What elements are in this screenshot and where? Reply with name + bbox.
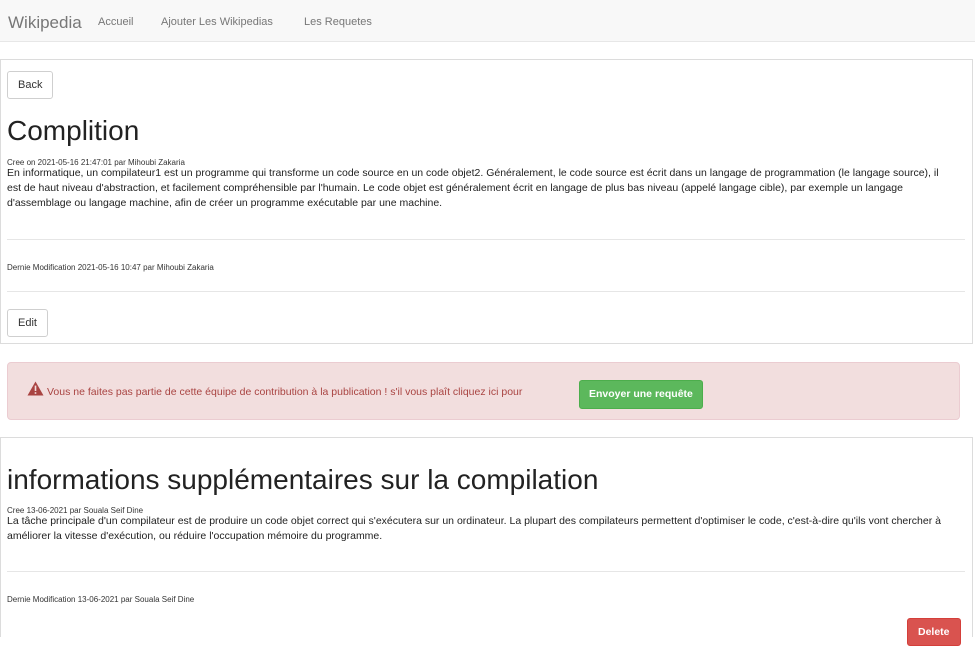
nav-link-requetes[interactable]: Les Requetes: [304, 16, 372, 28]
article-body: En informatique, un compilateur1 est un …: [7, 167, 939, 209]
navbar-brand[interactable]: Wikipedia: [8, 13, 82, 33]
back-button[interactable]: Back: [7, 71, 54, 99]
nav-link-accueil[interactable]: Accueil: [98, 16, 133, 28]
delete-button[interactable]: Delete: [907, 618, 961, 646]
warning-icon: [27, 381, 44, 401]
section-panel: informations supplémentaires sur la comp…: [0, 437, 973, 646]
section-body: La tâche principale d'un compilateur est…: [7, 515, 941, 542]
section-divider: [7, 571, 965, 572]
section-title: informations supplémentaires sur la comp…: [7, 464, 599, 495]
article-title: Complition: [7, 115, 140, 146]
article-panel: Back Complition Cree on 2021-05-16 21:47…: [0, 59, 973, 344]
nav-link-ajouter-wikipedias[interactable]: Ajouter Les Wikipedias: [161, 16, 273, 28]
section-modified-meta: Dernie Modification 13-06-2021 par Soual…: [7, 595, 195, 604]
article-divider-2: [7, 291, 965, 292]
article-modified-meta: Dernie Modification 2021-05-16 10:47 par…: [7, 263, 214, 272]
edit-button[interactable]: Edit: [7, 309, 48, 337]
send-request-button[interactable]: Envoyer une requête: [579, 380, 703, 409]
alert-message: Vous ne faites pas partie de cette équip…: [47, 386, 523, 398]
contribution-alert: Vous ne faites pas partie de cette équip…: [7, 362, 960, 420]
navbar: Wikipedia Accueil Ajouter Les Wikipedias…: [0, 0, 975, 42]
article-divider-1: [7, 239, 965, 240]
